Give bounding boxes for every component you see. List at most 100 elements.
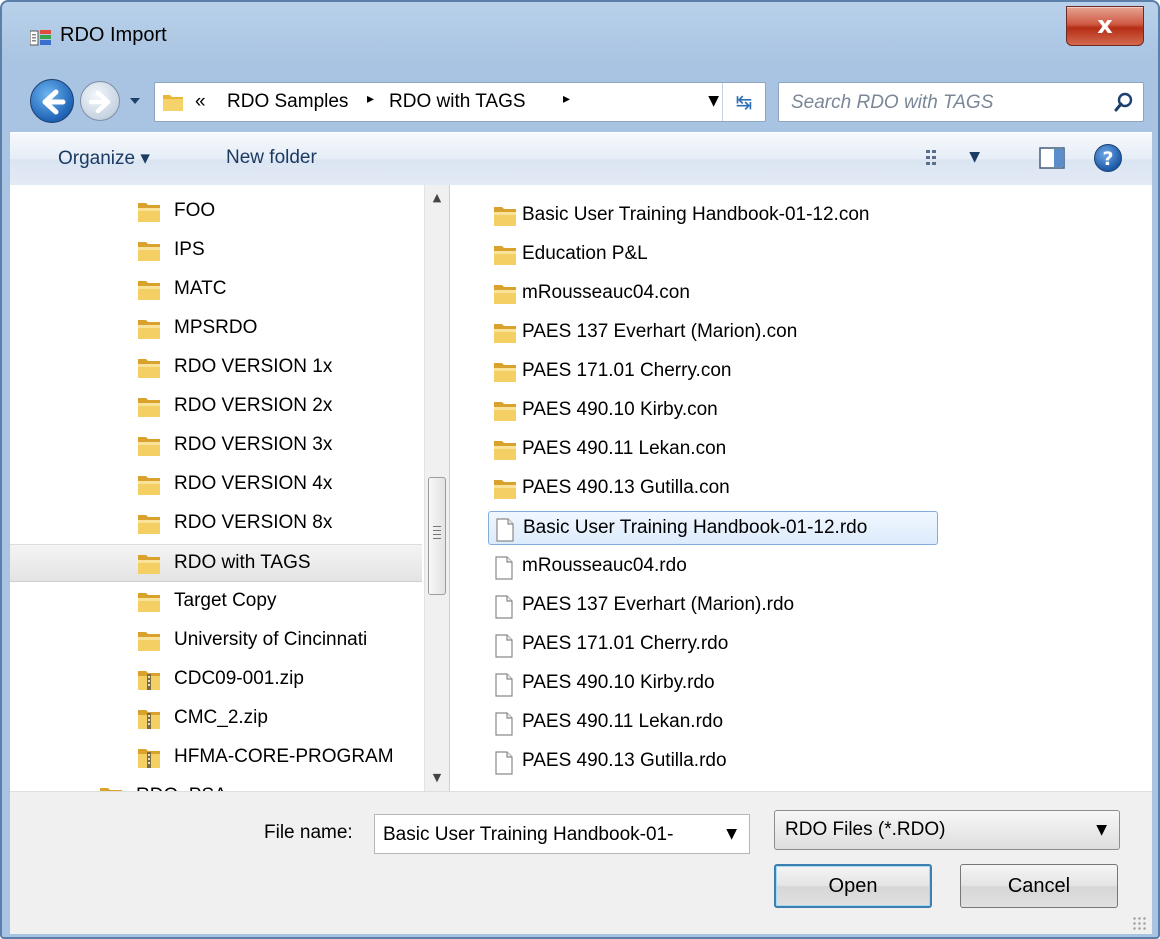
- arrow-right-icon: [88, 90, 111, 114]
- file-list-item[interactable]: PAES 171.01 Cherry.rdo: [488, 628, 938, 662]
- nav-item-label: RDO with TAGS: [174, 552, 311, 573]
- nav-item-label: FOO: [174, 200, 216, 221]
- file-list[interactable]: Basic User Training Handbook-01-12.con Ed…: [458, 185, 1152, 791]
- nav-item[interactable]: MPSRDO: [10, 310, 422, 348]
- refresh-button[interactable]: ↹: [722, 83, 765, 121]
- scroll-up-arrow-icon[interactable]: ▲: [425, 187, 449, 209]
- command-toolbar: Organize ▾ New folder ▼ ?: [10, 132, 1152, 186]
- file-list-item[interactable]: PAES 490.13 Gutilla.con: [488, 472, 938, 506]
- nav-item[interactable]: RDO VERSION 3x: [10, 427, 422, 465]
- file-list-item[interactable]: Basic User Training Handbook-01-12.rdo: [488, 511, 938, 545]
- nav-item[interactable]: RDO with TAGS: [10, 544, 422, 582]
- view-options-dropdown-icon[interactable]: ▼: [969, 149, 980, 165]
- chevron-right-icon[interactable]: ▸: [563, 91, 570, 107]
- help-icon[interactable]: ?: [1094, 144, 1122, 172]
- nav-item[interactable]: IPS: [10, 232, 422, 270]
- file-name: Basic User Training Handbook-01-12.rdo: [523, 517, 868, 538]
- breadcrumb-rdo-with-tags[interactable]: RDO with TAGS: [389, 91, 526, 113]
- file-list-item[interactable]: PAES 137 Everhart (Marion).con: [488, 316, 938, 350]
- file-list-item[interactable]: PAES 490.10 Kirby.con: [488, 394, 938, 428]
- chevron-right-icon[interactable]: ▸: [367, 91, 374, 107]
- cancel-button[interactable]: Cancel: [960, 864, 1118, 908]
- file-list-item[interactable]: PAES 490.11 Lekan.con: [488, 433, 938, 467]
- file-name: PAES 490.11 Lekan.con: [522, 438, 727, 459]
- folder-icon: [138, 359, 160, 378]
- file-name-combo[interactable]: ▼: [374, 814, 750, 854]
- file-icon: [495, 673, 513, 697]
- file-list-item[interactable]: Education P&L: [488, 238, 938, 272]
- nav-item[interactable]: RDO VERSION 2x: [10, 388, 422, 426]
- file-type-select[interactable]: RDO Files (*.RDO) ▼: [774, 810, 1120, 850]
- nav-item[interactable]: MATC: [10, 271, 422, 309]
- nav-item-label: Target Copy: [174, 590, 277, 611]
- file-icon: [495, 712, 513, 736]
- address-bar[interactable]: « RDO Samples ▸ RDO with TAGS ▸ ▼ ↹: [154, 82, 766, 122]
- scrollbar-thumb[interactable]: [428, 477, 446, 595]
- file-name-input[interactable]: [381, 821, 715, 849]
- folder-icon: [138, 515, 160, 534]
- file-name: Basic User Training Handbook-01-12.con: [522, 204, 870, 225]
- nav-item[interactable]: RDO VERSION 4x: [10, 466, 422, 504]
- preview-pane-icon[interactable]: [1038, 145, 1066, 171]
- forward-button[interactable]: [80, 81, 120, 121]
- new-folder-button[interactable]: New folder: [226, 147, 317, 169]
- folder-icon: [138, 398, 160, 417]
- file-type-dropdown-icon[interactable]: ▼: [1096, 822, 1107, 838]
- arrow-left-icon: [42, 89, 66, 115]
- file-list-item[interactable]: PAES 490.10 Kirby.rdo: [488, 667, 938, 701]
- navigation-pane[interactable]: FOO IPS MATC MPSRDO RDO VERSION 1x RDO VERSIO…: [10, 185, 422, 791]
- file-name: PAES 137 Everhart (Marion).rdo: [522, 594, 795, 615]
- file-list-item[interactable]: mRousseauc04.con: [488, 277, 938, 311]
- address-overflow[interactable]: «: [195, 91, 206, 113]
- folder-icon: [138, 242, 160, 261]
- organize-button[interactable]: Organize ▾: [58, 147, 150, 170]
- refresh-icon: ↹: [735, 90, 753, 114]
- file-type-value: RDO Files (*.RDO): [785, 819, 946, 840]
- search-box[interactable]: [778, 82, 1144, 122]
- search-input[interactable]: [789, 89, 1103, 117]
- nav-item[interactable]: RDO_PSA: [10, 778, 422, 791]
- search-icon[interactable]: [1113, 91, 1135, 113]
- nav-item[interactable]: RDO VERSION 8x: [10, 505, 422, 543]
- file-name: PAES 490.13 Gutilla.rdo: [522, 750, 727, 771]
- file-list-item[interactable]: mRousseauc04.rdo: [488, 550, 938, 584]
- file-list-item[interactable]: PAES 490.11 Lekan.rdo: [488, 706, 938, 740]
- scroll-down-arrow-icon[interactable]: ▼: [425, 767, 449, 789]
- nav-item[interactable]: CMC_2.zip: [10, 700, 422, 738]
- nav-item-label: CDC09-001.zip: [174, 668, 304, 689]
- nav-item[interactable]: RDO VERSION 1x: [10, 349, 422, 387]
- folder-icon: [494, 441, 516, 460]
- address-dropdown-icon[interactable]: ▼: [708, 93, 719, 109]
- file-name: PAES 490.11 Lekan.rdo: [522, 711, 724, 732]
- folder-icon: [138, 437, 160, 456]
- breadcrumb-rdo-samples[interactable]: RDO Samples: [227, 91, 348, 113]
- close-button[interactable]: x: [1066, 6, 1144, 46]
- nav-item[interactable]: University of Cincinnati: [10, 622, 422, 660]
- change-view-icon[interactable]: [924, 147, 946, 169]
- file-list-item[interactable]: PAES 490.13 Gutilla.rdo: [488, 745, 938, 779]
- file-name-dropdown-icon[interactable]: ▼: [726, 826, 737, 842]
- nav-item[interactable]: HFMA-CORE-PROGRAM: [10, 739, 422, 777]
- nav-item[interactable]: CDC09-001.zip: [10, 661, 422, 699]
- nav-item[interactable]: FOO: [10, 193, 422, 231]
- nav-item-label: MATC: [174, 278, 227, 299]
- nav-item[interactable]: Target Copy: [10, 583, 422, 621]
- file-icon: [495, 556, 513, 580]
- navigation-scrollbar[interactable]: ▲ ▼: [424, 185, 450, 791]
- file-list-item[interactable]: Basic User Training Handbook-01-12.con: [488, 199, 938, 233]
- folder-icon: [138, 632, 160, 651]
- back-button[interactable]: [30, 79, 74, 123]
- file-list-item[interactable]: PAES 171.01 Cherry.con: [488, 355, 938, 389]
- file-name-label: File name:: [264, 822, 353, 843]
- resize-grip-icon[interactable]: [1132, 916, 1146, 930]
- nav-item-label: IPS: [174, 239, 205, 260]
- recent-locations-dropdown-icon[interactable]: [126, 92, 144, 110]
- title-bar[interactable]: RDO Import x: [2, 2, 1158, 68]
- file-dialog-footer: File name: ▼ RDO Files (*.RDO) ▼ Open Ca…: [10, 791, 1152, 934]
- folder-icon: [494, 207, 516, 226]
- file-name: PAES 490.13 Gutilla.con: [522, 477, 730, 498]
- file-icon: [495, 634, 513, 658]
- file-name: Education P&L: [522, 243, 648, 264]
- open-button[interactable]: Open: [774, 864, 932, 908]
- file-list-item[interactable]: PAES 137 Everhart (Marion).rdo: [488, 589, 938, 623]
